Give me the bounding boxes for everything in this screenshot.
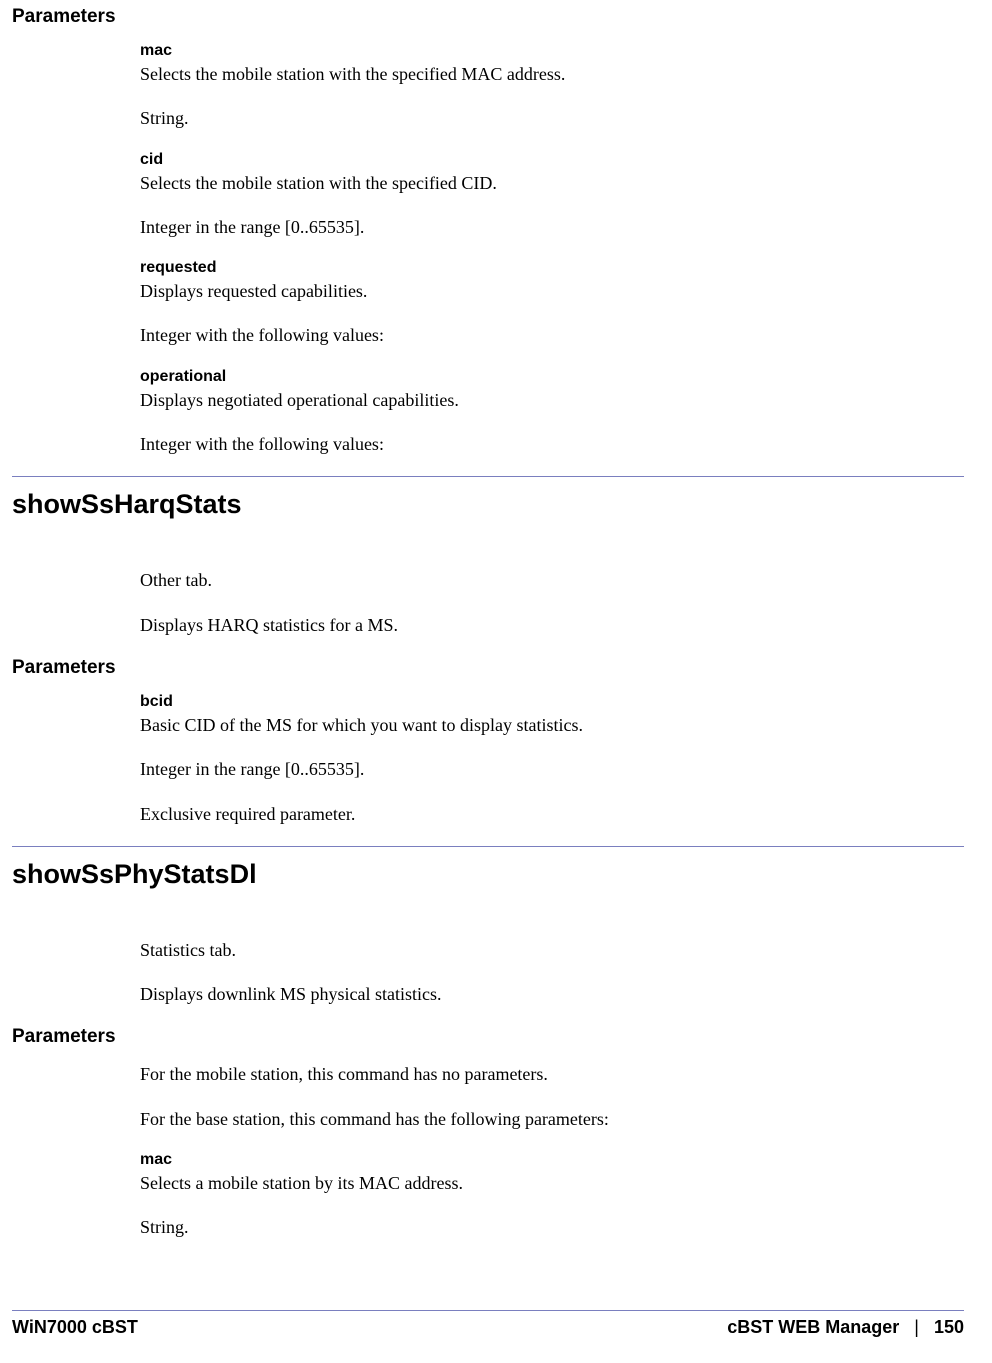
- footer-page: 150: [934, 1317, 964, 1337]
- param-block: mac Selects the mobile station with the …: [140, 42, 964, 456]
- param-text: String.: [140, 1215, 964, 1239]
- param-name: cid: [140, 151, 964, 169]
- param-text: Selects the mobile station with the spec…: [140, 171, 964, 195]
- param-block: For the mobile station, this command has…: [140, 1062, 964, 1239]
- intro-text: Statistics tab.: [140, 938, 964, 962]
- footer-right: cBST WEB Manager | 150: [727, 1317, 964, 1338]
- param-block: bcid Basic CID of the MS for which you w…: [140, 693, 964, 826]
- param-text: Exclusive required parameter.: [140, 802, 964, 826]
- footer-title: cBST WEB Manager: [727, 1317, 899, 1337]
- param-text: Integer with the following values:: [140, 432, 964, 456]
- param-name: operational: [140, 368, 964, 386]
- parameters-heading: Parameters: [12, 1026, 964, 1048]
- page-footer: WiN7000 cBST cBST WEB Manager | 150: [0, 1311, 992, 1356]
- param-text: String.: [140, 106, 964, 130]
- parameters-heading: Parameters: [12, 657, 964, 679]
- intro-text: Displays HARQ statistics for a MS.: [140, 613, 964, 637]
- param-text: Basic CID of the MS for which you want t…: [140, 713, 964, 737]
- intro-block: Statistics tab. Displays downlink MS phy…: [140, 938, 964, 1007]
- command-heading: showSsPhyStatsDl: [12, 846, 964, 890]
- param-text: Integer in the range [0..65535].: [140, 215, 964, 239]
- param-text: Integer in the range [0..65535].: [140, 757, 964, 781]
- intro-block: Other tab. Displays HARQ statistics for …: [140, 568, 964, 637]
- param-text: Selects the mobile station with the spec…: [140, 62, 964, 86]
- pre-text: For the mobile station, this command has…: [140, 1062, 964, 1086]
- intro-text: Displays downlink MS physical statistics…: [140, 982, 964, 1006]
- page-body: Parameters mac Selects the mobile statio…: [0, 0, 992, 1310]
- param-name: mac: [140, 1151, 964, 1169]
- param-name: mac: [140, 42, 964, 60]
- param-text: Integer with the following values:: [140, 323, 964, 347]
- param-name: requested: [140, 259, 964, 277]
- pre-text: For the base station, this command has t…: [140, 1107, 964, 1131]
- param-text: Displays requested capabilities.: [140, 279, 964, 303]
- command-heading: showSsHarqStats: [12, 476, 964, 520]
- param-name: bcid: [140, 693, 964, 711]
- param-text: Selects a mobile station by its MAC addr…: [140, 1171, 964, 1195]
- footer-left: WiN7000 cBST: [12, 1317, 138, 1338]
- parameters-heading: Parameters: [12, 6, 964, 28]
- footer-sep: |: [914, 1317, 919, 1337]
- intro-text: Other tab.: [140, 568, 964, 592]
- param-text: Displays negotiated operational capabili…: [140, 388, 964, 412]
